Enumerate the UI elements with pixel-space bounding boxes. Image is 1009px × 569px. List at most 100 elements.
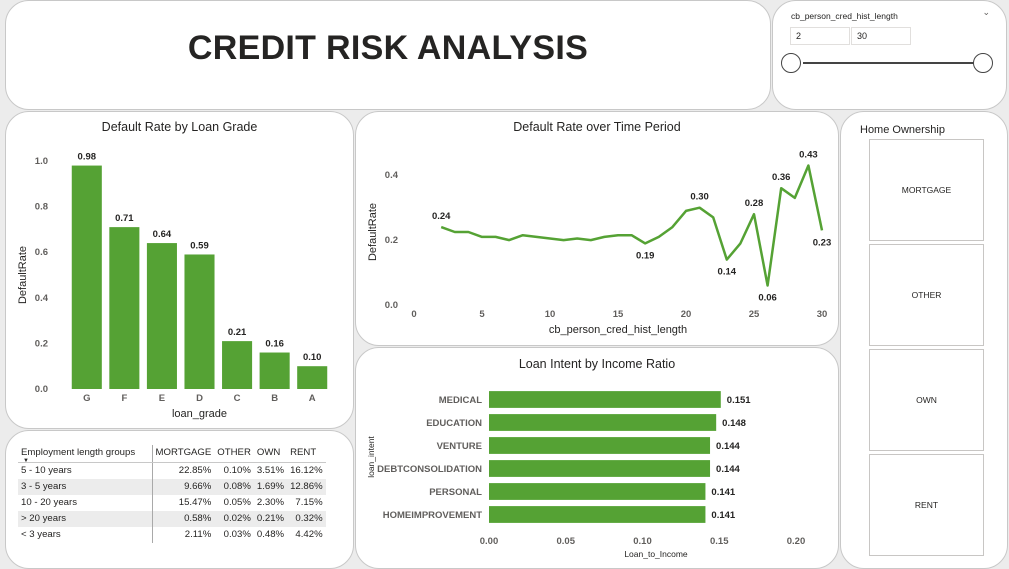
x-tick-label: C bbox=[234, 393, 241, 404]
series-line bbox=[440, 164, 824, 287]
home-option-own[interactable]: OWN bbox=[869, 349, 984, 451]
time-chart-title: Default Rate over Time Period bbox=[513, 120, 681, 134]
data-label: 0.141 bbox=[711, 510, 735, 521]
table-header-row: Employment length groups MORTGAGE OTHER … bbox=[18, 445, 326, 463]
data-label: 0.21 bbox=[228, 327, 247, 338]
sort-down-icon[interactable]: ▼ bbox=[23, 458, 29, 464]
slicer-field-label: cb_person_cred_hist_length bbox=[791, 11, 898, 21]
grade-bar-chart: 0.0 0.2 0.4 0.6 0.8 1.0 0.98 G 0.71 F 0.64 E 0.59 D 0.… bbox=[17, 152, 328, 420]
y-tick-label: 0.8 bbox=[35, 202, 48, 213]
x-tick-label: 0 bbox=[411, 309, 416, 320]
home-option-other[interactable]: OTHER bbox=[869, 244, 984, 346]
table-cell: 3 - 5 years bbox=[18, 478, 153, 495]
data-label: 0.43 bbox=[799, 149, 818, 160]
data-label: 0.64 bbox=[153, 229, 172, 240]
table-cell: 16.12% bbox=[290, 465, 323, 477]
x-axis-title: cb_person_cred_hist_length bbox=[549, 324, 687, 336]
column-header[interactable]: RENT bbox=[287, 445, 326, 463]
table-row: 5 - 10 years 22.85% 0.10% 3.51% 16.12% bbox=[18, 462, 326, 479]
intent-chart-title: Loan Intent by Income Ratio bbox=[518, 357, 676, 371]
table-cell: 15.47% bbox=[178, 497, 212, 508]
x-tick-label: 25 bbox=[749, 309, 760, 320]
table-cell: 2.30% bbox=[256, 497, 285, 508]
table-cell: 2.11% bbox=[184, 529, 212, 540]
y-tick-label: EDUCATION bbox=[426, 418, 482, 429]
y-tick-label: HOMEIMPROVEMENT bbox=[383, 510, 482, 521]
intent-bar-chart: MEDICAL 0.151 EDUCATION 0.148 VENTURE 0.144 DE… bbox=[366, 391, 805, 559]
table-cell: 0.10% bbox=[223, 465, 251, 477]
data-label: 0.59 bbox=[190, 240, 209, 251]
slider-max-handle[interactable] bbox=[973, 53, 993, 73]
bar bbox=[109, 227, 140, 389]
y-tick-label: 1.0 bbox=[35, 156, 48, 167]
y-tick-label: PERSONAL bbox=[429, 487, 482, 498]
table-row: > 20 years 0.58% 0.02% 0.21% 0.32% bbox=[18, 510, 326, 527]
x-tick-label: 5 bbox=[479, 309, 485, 320]
bar bbox=[71, 165, 102, 389]
y-tick-label: 0.2 bbox=[35, 338, 48, 349]
column-header[interactable]: OWN bbox=[253, 445, 288, 463]
data-label: 0.144 bbox=[716, 464, 740, 475]
y-axis-title: loan_intent bbox=[366, 436, 376, 478]
bar bbox=[222, 341, 253, 389]
data-label: 0.06 bbox=[758, 293, 777, 304]
x-tick-label: D bbox=[196, 393, 203, 404]
grade-chart-card: Default Rate by Loan Grade 0.0 0.2 0.4 0.6 0… bbox=[5, 111, 354, 429]
table-cell: 0.02% bbox=[214, 510, 254, 527]
home-ownership-title: Home Ownership bbox=[860, 124, 945, 136]
data-label: 0.14 bbox=[718, 267, 737, 278]
data-label: 0.144 bbox=[716, 441, 740, 452]
bar bbox=[489, 460, 711, 477]
table-cell: 0.21% bbox=[253, 510, 288, 527]
bar bbox=[146, 243, 177, 389]
chevron-down-icon[interactable]: ⌄ bbox=[982, 7, 990, 18]
x-axis-title: Loan_to_Income bbox=[624, 549, 688, 559]
y-tick-label: 0.0 bbox=[385, 300, 398, 311]
table-cell: 0.05% bbox=[223, 497, 251, 508]
table-cell: 22.85% bbox=[178, 465, 212, 477]
table-row: < 3 years 2.11% 0.03% 0.48% 4.42% bbox=[18, 526, 326, 543]
slicer-max-input[interactable]: 30 bbox=[851, 27, 911, 45]
x-axis-title: loan_grade bbox=[172, 408, 227, 420]
data-label: 0.148 bbox=[722, 418, 746, 429]
column-header[interactable]: Employment length groups bbox=[18, 445, 153, 463]
data-label: 0.10 bbox=[303, 352, 322, 363]
y-tick-label: 0.6 bbox=[35, 247, 48, 258]
table-cell: 5 - 10 years bbox=[18, 462, 153, 479]
column-header[interactable]: OTHER bbox=[214, 445, 254, 463]
x-tick-label: 0.10 bbox=[633, 536, 652, 547]
table-cell: 0.03% bbox=[223, 529, 251, 540]
home-option-rent[interactable]: RENT bbox=[869, 454, 984, 556]
home-option-mortgage[interactable]: MORTGAGE bbox=[869, 139, 984, 241]
data-label: 0.30 bbox=[690, 192, 709, 203]
data-label: 0.23 bbox=[813, 237, 832, 248]
slicer-min-input[interactable]: 2 bbox=[790, 27, 850, 45]
slider-track[interactable] bbox=[803, 62, 981, 64]
data-label: 0.24 bbox=[432, 211, 451, 222]
data-label: 0.141 bbox=[711, 487, 735, 498]
data-label: 0.28 bbox=[745, 198, 764, 209]
bar bbox=[489, 414, 717, 431]
employment-table-card: Employment length groups MORTGAGE OTHER … bbox=[5, 430, 354, 569]
home-ownership-slicer: Home Ownership MORTGAGE OTHER OWN RENT bbox=[840, 111, 1008, 569]
x-tick-label: 10 bbox=[545, 309, 556, 320]
table-cell: > 20 years bbox=[18, 510, 153, 527]
slider-min-handle[interactable] bbox=[781, 53, 801, 73]
time-line-chart: 0.0 0.2 0.4 0 5 10 15 20 25 30 0.24 0.19 0.30 0.14 0.2… bbox=[367, 149, 832, 336]
table-cell: 4.42% bbox=[295, 529, 323, 540]
table-cell: < 3 years bbox=[18, 526, 153, 543]
column-header[interactable]: MORTGAGE bbox=[152, 445, 215, 463]
bar bbox=[489, 506, 706, 523]
bar bbox=[259, 352, 290, 389]
x-tick-label: 20 bbox=[681, 309, 692, 320]
table-cell: 10 - 20 years bbox=[18, 494, 153, 511]
x-tick-label: F bbox=[121, 393, 127, 404]
table-cell: 0.08% bbox=[214, 478, 254, 495]
bar bbox=[297, 366, 328, 389]
data-label: 0.151 bbox=[727, 395, 751, 406]
y-tick-label: 0.4 bbox=[35, 293, 49, 304]
range-slicer: cb_person_cred_hist_length ⌄ 2 30 bbox=[772, 0, 1007, 110]
bar bbox=[489, 483, 706, 500]
x-tick-label: 30 bbox=[817, 309, 828, 320]
table-cell: 9.66% bbox=[152, 478, 215, 495]
